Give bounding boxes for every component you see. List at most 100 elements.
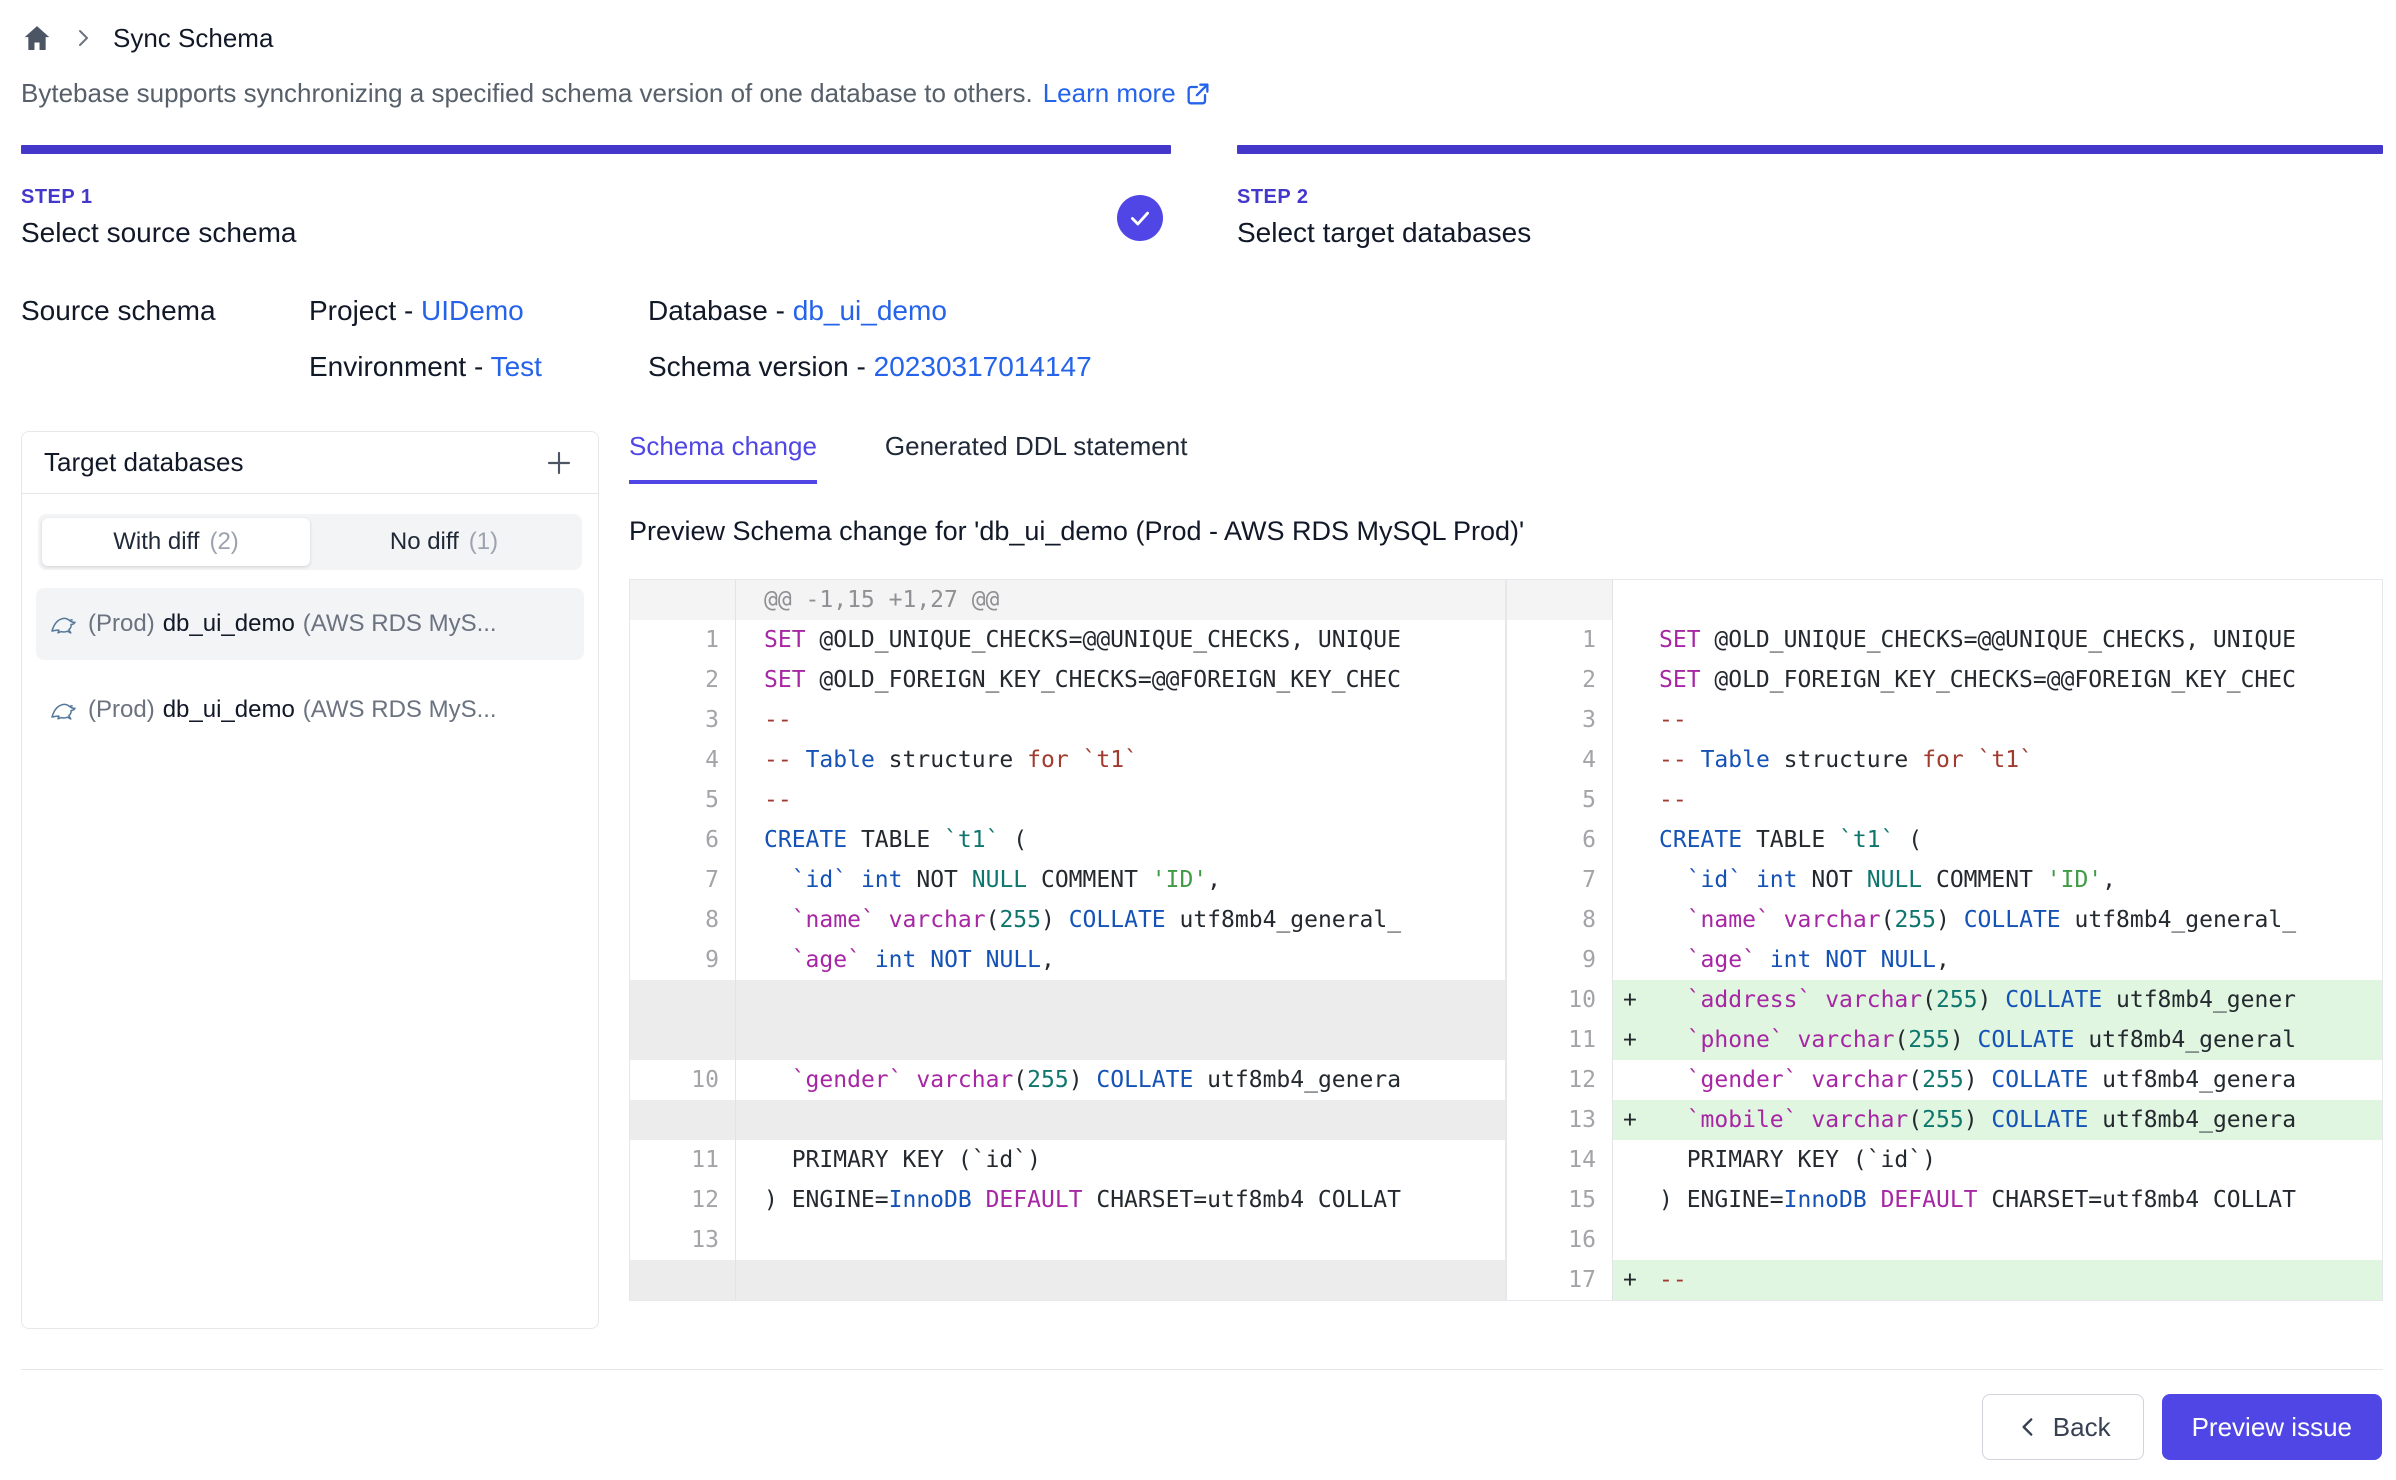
code-line (736, 1100, 1505, 1140)
back-button[interactable]: Back (1982, 1394, 2144, 1460)
diff-add-marker (1613, 660, 1659, 700)
code-line: SET @OLD_FOREIGN_KEY_CHECKS=@@FOREIGN_KE… (736, 660, 1505, 700)
line-number (630, 1100, 736, 1140)
step-2-title: Select target databases (1237, 217, 2383, 249)
code-line: CREATE TABLE `t1` ( (1659, 820, 2382, 860)
line-number (630, 1260, 736, 1300)
code-line: `age` int NOT NULL, (736, 940, 1505, 980)
diff-add-marker (1613, 820, 1659, 860)
home-icon[interactable] (21, 22, 53, 54)
diff-row: 3-- (630, 700, 1505, 740)
tab-schema-change[interactable]: Schema change (629, 431, 817, 484)
external-link-icon (1184, 80, 1212, 108)
source-schema-section: Source schema Project - UIDemo Database … (21, 295, 2383, 383)
project-link[interactable]: UIDemo (421, 295, 524, 326)
code-line: SET @OLD_UNIQUE_CHECKS=@@UNIQUE_CHECKS, … (1659, 620, 2382, 660)
diff-add-marker: + (1613, 1260, 1659, 1300)
code-line: `name` varchar(255) COLLATE utf8mb4_gene… (736, 900, 1505, 940)
code-line: SET @OLD_UNIQUE_CHECKS=@@UNIQUE_CHECKS, … (736, 620, 1505, 660)
diff-row: 7 `id` int NOT NULL COMMENT 'ID', (630, 860, 1505, 900)
code-line: `name` varchar(255) COLLATE utf8mb4_gene… (1659, 900, 2382, 940)
diff-row: 12) ENGINE=InnoDB DEFAULT CHARSET=utf8mb… (630, 1180, 1505, 1220)
schema-version-link[interactable]: 20230317014147 (874, 351, 1092, 382)
diff-row: 6CREATE TABLE `t1` ( (1507, 820, 2382, 860)
diff-add-marker (1613, 700, 1659, 740)
intro-text: Bytebase supports synchronizing a specif… (21, 78, 2383, 109)
code-line: -- (1659, 780, 2382, 820)
footer-actions: Back Preview issue (21, 1394, 2383, 1460)
line-number: 10 (1507, 980, 1613, 1020)
tab-with-diff[interactable]: With diff (2) (42, 518, 310, 566)
target-database-list: (Prod) db_ui_demo (AWS RDS MyS... (Prod)… (22, 570, 598, 778)
target-databases-title: Target databases (44, 447, 243, 478)
code-line (736, 1020, 1505, 1060)
code-line (736, 980, 1505, 1020)
diff-row: 15) ENGINE=InnoDB DEFAULT CHARSET=utf8mb… (1507, 1180, 2382, 1220)
line-number: 3 (630, 700, 736, 740)
code-line: `phone` varchar(255) COLLATE utf8mb4_gen… (1659, 1020, 2382, 1060)
step-1-label: STEP 1 (21, 186, 1171, 209)
line-number: 2 (1507, 660, 1613, 700)
line-number: 3 (1507, 700, 1613, 740)
diff-row: 14 PRIMARY KEY (`id`) (1507, 1140, 2382, 1180)
diff-pane-target[interactable]: 1SET @OLD_UNIQUE_CHECKS=@@UNIQUE_CHECKS,… (1507, 580, 2382, 1300)
diff-add-marker (1613, 740, 1659, 780)
code-line (1659, 1220, 2382, 1260)
diff-row: 4-- Table structure for `t1` (630, 740, 1505, 780)
code-line (736, 1220, 1505, 1260)
code-line: -- Table structure for `t1` (1659, 740, 2382, 780)
code-line: `gender` varchar(255) COLLATE utf8mb4_ge… (736, 1060, 1505, 1100)
chevron-right-icon (71, 26, 95, 50)
step-indicator: STEP 1 Select source schema STEP 2 Selec… (21, 145, 2383, 249)
diff-row: 11+ `phone` varchar(255) COLLATE utf8mb4… (1507, 1020, 2382, 1060)
code-line: `age` int NOT NULL, (1659, 940, 2382, 980)
diff-add-marker (1613, 1180, 1659, 1220)
line-number: 7 (1507, 860, 1613, 900)
diff-spacer-row (630, 1100, 1505, 1140)
diff-row: @@ -1,15 +1,27 @@ (630, 580, 1505, 620)
target-databases-panel: Target databases With diff (2) No diff (… (21, 431, 599, 1329)
sync-schema-page: Sync Schema Bytebase supports synchroniz… (0, 0, 2396, 1480)
diff-row: 13+ `mobile` varchar(255) COLLATE utf8mb… (1507, 1100, 2382, 1140)
preview-title: Preview Schema change for 'db_ui_demo (P… (629, 516, 2383, 547)
diff-add-marker (1613, 1140, 1659, 1180)
diff-row: 2SET @OLD_FOREIGN_KEY_CHECKS=@@FOREIGN_K… (630, 660, 1505, 700)
diff-row: 5-- (630, 780, 1505, 820)
diff-row: 1SET @OLD_UNIQUE_CHECKS=@@UNIQUE_CHECKS,… (1507, 620, 2382, 660)
line-number: 4 (630, 740, 736, 780)
diff-row: 16 (1507, 1220, 2382, 1260)
add-target-database-button[interactable] (542, 446, 576, 480)
step-1-bar (21, 145, 1171, 154)
code-line: -- (1659, 1260, 2382, 1300)
diff-spacer-row (630, 1020, 1505, 1060)
line-number: 14 (1507, 1140, 1613, 1180)
line-number: 12 (630, 1180, 736, 1220)
diff-add-marker (1613, 1060, 1659, 1100)
tab-no-diff[interactable]: No diff (1) (310, 518, 578, 566)
line-number: 2 (630, 660, 736, 700)
line-number: 11 (630, 1140, 736, 1180)
code-line: `id` int NOT NULL COMMENT 'ID', (736, 860, 1505, 900)
learn-more-link[interactable]: Learn more (1043, 78, 1212, 109)
code-line (736, 1260, 1505, 1300)
breadcrumb: Sync Schema (21, 18, 2383, 58)
diff-add-marker (1613, 1220, 1659, 1260)
field-schema-version: Schema version - 20230317014147 (648, 351, 1092, 383)
preview-issue-button[interactable]: Preview issue (2162, 1394, 2382, 1460)
line-number (630, 1020, 736, 1060)
diff-row: 8 `name` varchar(255) COLLATE utf8mb4_ge… (1507, 900, 2382, 940)
database-list-item[interactable]: (Prod) db_ui_demo (AWS RDS MyS... (36, 588, 584, 660)
environment-link[interactable]: Test (491, 351, 542, 382)
mysql-icon (48, 608, 80, 640)
database-link[interactable]: db_ui_demo (793, 295, 947, 326)
line-number: 17 (1507, 1260, 1613, 1300)
code-line: -- (736, 700, 1505, 740)
diff-add-marker (1613, 780, 1659, 820)
line-number: 5 (630, 780, 736, 820)
step-2-bar (1237, 145, 2383, 154)
database-list-item[interactable]: (Prod) db_ui_demo (AWS RDS MyS... (36, 674, 584, 746)
tab-generated-ddl[interactable]: Generated DDL statement (885, 431, 1188, 484)
line-number: 10 (630, 1060, 736, 1100)
code-line (1659, 580, 2382, 620)
diff-pane-source[interactable]: @@ -1,15 +1,27 @@1SET @OLD_UNIQUE_CHECKS… (630, 580, 1507, 1300)
